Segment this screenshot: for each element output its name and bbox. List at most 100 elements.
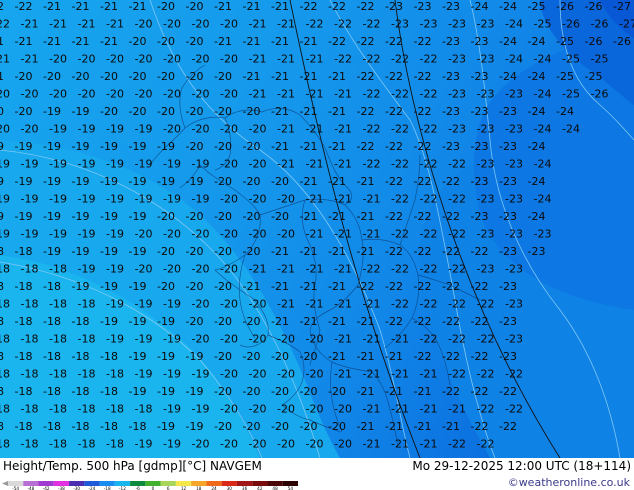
scale-tick-label: 12 <box>181 486 187 490</box>
temperature-label: -20 <box>192 123 210 136</box>
temperature-label: -19 <box>129 140 147 153</box>
temperature-label: -18 <box>78 298 96 311</box>
temperature-label: -18 <box>0 298 10 311</box>
temperature-label: -18 <box>78 438 96 451</box>
temperature-label: -24 <box>562 123 580 136</box>
temperature-label: -20 <box>249 403 267 416</box>
temperature-label: -23 <box>477 263 495 276</box>
temperature-label: -20 <box>43 70 61 83</box>
temperature-label: -19 <box>49 228 67 241</box>
temperature-label: -18 <box>0 438 10 451</box>
temperature-label: -25 <box>562 53 580 66</box>
temperature-label: -20 <box>0 88 10 101</box>
temperature-label: -21 <box>414 385 432 398</box>
temperature-label: -20 <box>186 105 204 118</box>
temperature-label: -23 <box>499 315 517 328</box>
temperature-label: -20 <box>49 53 67 66</box>
temperature-label: -22 <box>448 228 466 241</box>
temperature-label: -23 <box>385 0 403 13</box>
temperature-label: -21 <box>363 438 381 451</box>
temperature-label: -21 <box>243 0 261 13</box>
temperature-label: -20 <box>214 70 232 83</box>
temperature-label: -21 <box>391 368 409 381</box>
temperature-label: -20 <box>163 123 181 136</box>
temperature-label: -23 <box>420 18 438 31</box>
temperature-label: -21 <box>328 280 346 293</box>
temperature-label: -21 <box>363 298 381 311</box>
temperature-label: -20 <box>243 140 261 153</box>
temperature-label: -21 <box>214 35 232 48</box>
temperature-label: -22 <box>420 193 438 206</box>
temperature-label: -21 <box>300 245 318 258</box>
temperature-label: -22 <box>385 70 403 83</box>
temperature-label: -22 <box>363 158 381 171</box>
temperature-label: -23 <box>499 350 517 363</box>
color-scale-legend: -54 -48 -42 -38 -30 -24 -18 -12 -6 0 6 12 18 24 30 36 42… <box>2 481 298 490</box>
temperature-label: -24 <box>499 70 517 83</box>
temperature-label: -21 <box>271 315 289 328</box>
temperature-label: -21 <box>300 280 318 293</box>
temperature-label: -22 <box>420 263 438 276</box>
temperature-label: -21 <box>306 193 324 206</box>
temperature-label: -22 <box>414 245 432 258</box>
temperature-label: -21 <box>249 53 267 66</box>
temperature-label: -20 <box>243 315 261 328</box>
temperature-label: -20 <box>157 210 175 223</box>
temperature-label: -20 <box>243 385 261 398</box>
temperature-label: -20 <box>220 158 238 171</box>
temperature-label: -19 <box>78 123 96 136</box>
temperature-label: -19 <box>186 420 204 433</box>
temperature-label: -22 <box>357 280 375 293</box>
temperature-label: -18 <box>43 385 61 398</box>
temperature-label: -20 <box>220 88 238 101</box>
temperature-label: -19 <box>72 140 90 153</box>
temperature-label: -20 <box>129 105 147 118</box>
temperature-label: -19 <box>157 385 175 398</box>
temperature-label: -21 <box>243 70 261 83</box>
temperature-label: -19 <box>106 123 124 136</box>
temperature-label: -20 <box>15 105 33 118</box>
temperature-label: -22 <box>391 158 409 171</box>
temperature-label: -19 <box>0 228 10 241</box>
temperature-label: -18 <box>0 368 10 381</box>
temperature-label: -22 <box>363 53 381 66</box>
temperature-label: -21 <box>0 53 10 66</box>
temperature-label: -22 <box>414 210 432 223</box>
map-footer: Height/Temp. 500 hPa [gdmp][°C] NAVGEM M… <box>0 458 634 490</box>
temperature-label: -20 <box>163 228 181 241</box>
temperature-label: -21 <box>306 123 324 136</box>
temperature-label: -24 <box>534 53 552 66</box>
temperature-label: -22 <box>363 88 381 101</box>
temperature-label: -24 <box>528 70 546 83</box>
temperature-label: -21 <box>363 333 381 346</box>
temperature-label: -20 <box>214 210 232 223</box>
temperature-label: -20 <box>277 368 295 381</box>
temperature-label: -24 <box>534 123 552 136</box>
site-credit[interactable]: ©weatheronline.co.uk <box>508 476 630 489</box>
temperature-label: -22 <box>385 280 403 293</box>
temperature-label: -18 <box>43 350 61 363</box>
scale-tick-label: 48 <box>272 486 278 490</box>
temperature-label: -20 <box>0 105 4 118</box>
temperature-label: -20 <box>300 385 318 398</box>
temperature-label: -24 <box>534 193 552 206</box>
temperature-label: -18 <box>15 420 33 433</box>
temperature-label: -19 <box>129 385 147 398</box>
temperature-label: -23 <box>477 123 495 136</box>
scale-tick-label: -12 <box>119 486 126 490</box>
temperature-label: -22 <box>471 350 489 363</box>
temperature-label: -23 <box>505 88 523 101</box>
temperature-label: -22 <box>385 140 403 153</box>
temperature-label: -19 <box>43 105 61 118</box>
temperature-label: -20 <box>78 53 96 66</box>
temperature-label: -23 <box>505 298 523 311</box>
temperature-label: -22 <box>414 280 432 293</box>
temperature-label: -19 <box>0 158 10 171</box>
temperature-label: -20 <box>163 53 181 66</box>
temperature-label: -19 <box>163 438 181 451</box>
temperature-label: -19 <box>106 193 124 206</box>
temperature-label: -19 <box>106 158 124 171</box>
temperature-label: -22 <box>357 105 375 118</box>
temperature-label: -22 <box>391 228 409 241</box>
temperature-label: -19 <box>135 333 153 346</box>
